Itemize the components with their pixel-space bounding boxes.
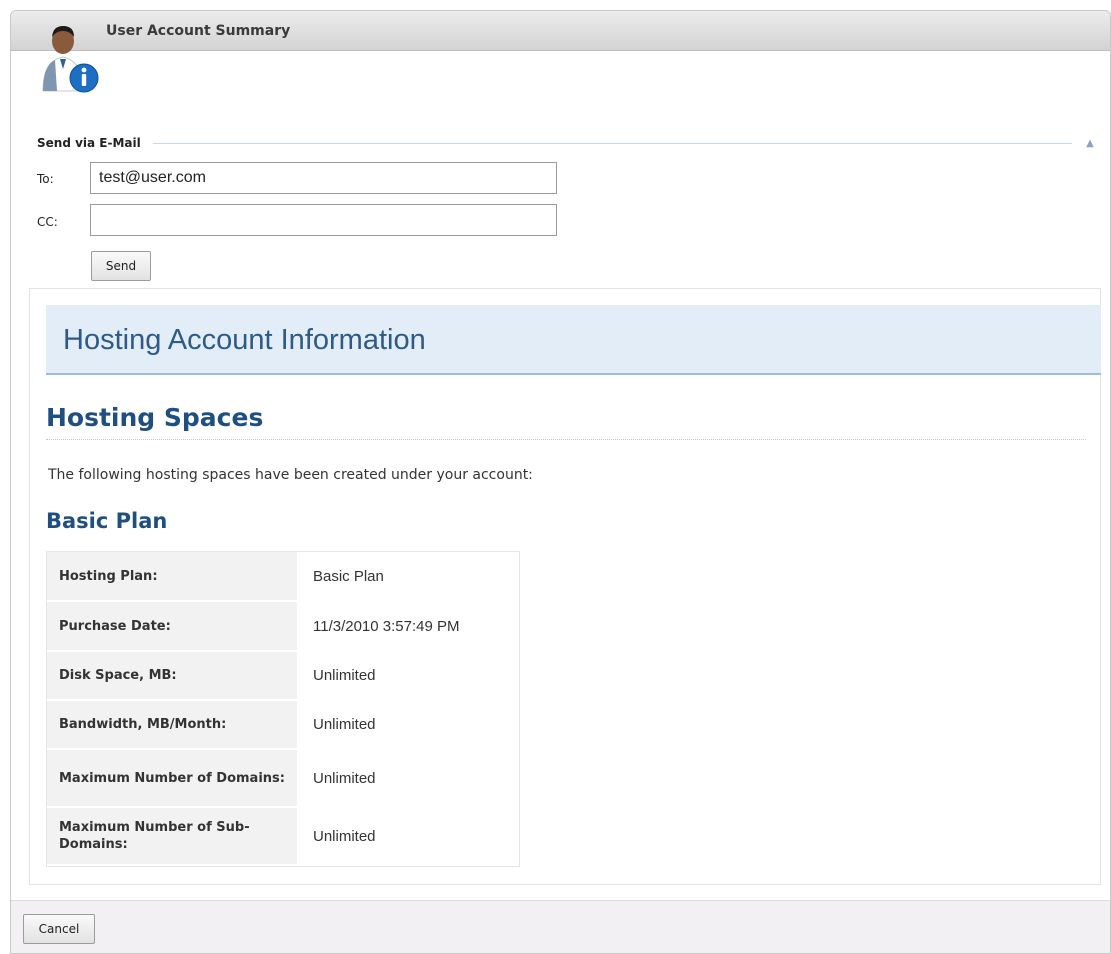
cc-email-input[interactable] <box>90 204 557 236</box>
collapse-up-icon[interactable]: ▲ <box>1084 138 1096 149</box>
plan-row-key: Bandwidth, MB/Month: <box>47 701 297 750</box>
hosting-spaces-heading: Hosting Spaces <box>46 403 264 432</box>
plan-row-key: Disk Space, MB: <box>47 652 297 701</box>
plan-row-value: Unlimited <box>297 701 519 750</box>
to-label: To: <box>37 172 54 186</box>
plan-row-value: 11/3/2010 3:57:49 PM <box>297 602 519 652</box>
plan-title: Basic Plan <box>46 509 168 533</box>
cc-label: CC: <box>37 215 58 229</box>
table-row: Purchase Date: 11/3/2010 3:57:49 PM <box>47 602 519 652</box>
plan-row-value: Basic Plan <box>297 552 519 602</box>
section-divider <box>152 142 1072 144</box>
table-row: Hosting Plan: Basic Plan <box>47 552 519 602</box>
hosting-spaces-intro: The following hosting spaces have been c… <box>48 467 533 483</box>
plan-row-key: Maximum Number of Domains: <box>47 750 297 808</box>
cancel-button[interactable]: Cancel <box>23 914 95 944</box>
plan-row-key: Purchase Date: <box>47 602 297 652</box>
send-email-section-header: Send via E-Mail ▲ <box>37 133 1096 153</box>
user-account-summary-window: User Account Summary Send via E-Mail ▲ T… <box>10 10 1111 954</box>
table-row: Maximum Number of Sub-Domains: Unlimited <box>47 808 519 866</box>
plan-row-key: Maximum Number of Sub-Domains: <box>47 808 297 866</box>
hosting-account-banner: Hosting Account Information <box>46 305 1101 375</box>
dialog-footer: Cancel <box>11 900 1110 953</box>
plan-row-value: Unlimited <box>297 652 519 701</box>
window-title: User Account Summary <box>106 23 291 39</box>
send-email-label: Send via E-Mail <box>37 136 141 150</box>
plan-row-value: Unlimited <box>297 750 519 808</box>
hosting-account-title: Hosting Account Information <box>63 324 426 356</box>
table-row: Bandwidth, MB/Month: Unlimited <box>47 701 519 750</box>
heading-divider <box>46 439 1086 440</box>
plan-row-value: Unlimited <box>297 808 519 866</box>
user-info-icon <box>42 26 99 93</box>
title-bar: User Account Summary <box>11 11 1110 51</box>
plan-details-table: Hosting Plan: Basic Plan Purchase Date: … <box>46 551 520 867</box>
hosting-account-panel: Hosting Account Information Hosting Spac… <box>29 288 1101 885</box>
plan-row-key: Hosting Plan: <box>47 552 297 602</box>
send-button[interactable]: Send <box>91 251 151 281</box>
table-row: Disk Space, MB: Unlimited <box>47 652 519 701</box>
to-email-input[interactable] <box>90 162 557 194</box>
table-row: Maximum Number of Domains: Unlimited <box>47 750 519 808</box>
